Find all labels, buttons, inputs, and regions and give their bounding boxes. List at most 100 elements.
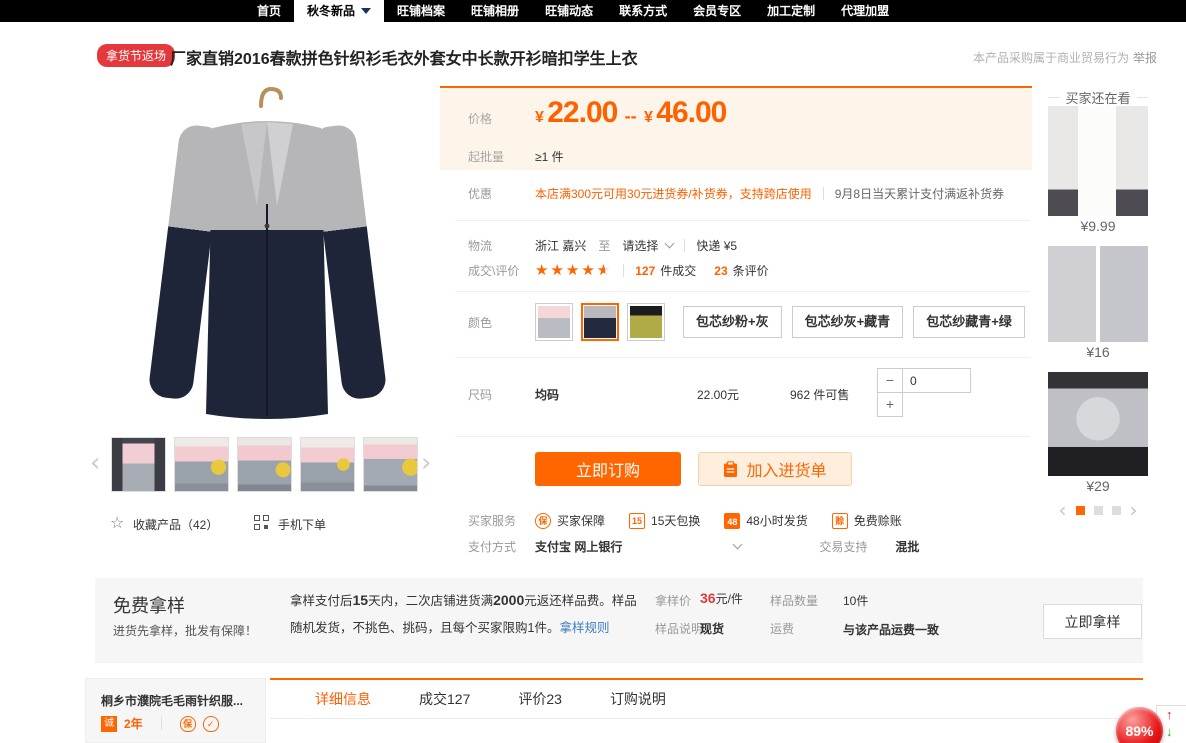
- thumbnail[interactable]: [363, 437, 418, 492]
- pager-dot[interactable]: [1112, 506, 1121, 515]
- color-swatch-green-black[interactable]: [627, 303, 665, 341]
- payment-row: 支付方式 支付宝 网上银行 交易支持 混批: [455, 538, 1033, 555]
- deal-count[interactable]: 127: [635, 264, 655, 278]
- sample-stock-value: 现货: [700, 620, 724, 637]
- scroll-down-icon[interactable]: ↓: [1166, 724, 1173, 739]
- divider: [161, 717, 162, 730]
- sidebar-product-image[interactable]: [1048, 246, 1148, 342]
- sidebar-product-price[interactable]: ¥16: [1048, 344, 1148, 360]
- sample-price-value: 36元/件: [700, 590, 743, 607]
- thumbnail-prev-icon[interactable]: ‹: [90, 450, 100, 476]
- color-swatch-pink-gray[interactable]: [535, 303, 573, 341]
- sidebar-product-image[interactable]: [1048, 372, 1148, 476]
- favorite-product-link[interactable]: 收藏产品（42）: [133, 516, 218, 533]
- sample-rules-link[interactable]: 拿样规则: [559, 621, 609, 635]
- scroll-up-icon[interactable]: ↑: [1166, 707, 1173, 722]
- pager-dot-active[interactable]: [1076, 506, 1085, 515]
- divider: [823, 187, 824, 200]
- service-label: 48小时发货: [746, 512, 807, 529]
- service-48h-shipping[interactable]: 48 48小时发货: [724, 512, 807, 529]
- color-option[interactable]: 包芯纱藏青+绿: [913, 306, 1025, 338]
- color-option[interactable]: 包芯纱灰+藏青: [792, 306, 904, 338]
- desc-num: 2000: [493, 592, 524, 608]
- sample-ship-label: 运费: [770, 620, 794, 637]
- nav-item-agent-join[interactable]: 代理加盟: [828, 0, 902, 22]
- thumbnail[interactable]: [174, 437, 229, 492]
- chevron-down-icon[interactable]: [665, 239, 675, 249]
- pager-prev-icon[interactable]: ‹: [1059, 503, 1067, 517]
- get-sample-button[interactable]: 立即拿样: [1043, 604, 1142, 639]
- report-link[interactable]: 举报: [1133, 49, 1157, 66]
- sample-price-unit: 元/件: [716, 592, 743, 606]
- divider: [455, 291, 1030, 292]
- cart-button-label: 加入进货单: [746, 457, 826, 481]
- quantity-input[interactable]: [902, 368, 971, 393]
- nav-item-custom-made[interactable]: 加工定制: [754, 0, 828, 22]
- service-15day-exchange[interactable]: 15 15天包换: [629, 512, 700, 529]
- desc-text: 拿样支付后: [290, 594, 353, 608]
- pager-dot[interactable]: [1094, 506, 1103, 515]
- ship-from: 浙江 嘉兴: [535, 237, 586, 254]
- nav-item-member-zone[interactable]: 会员专区: [680, 0, 754, 22]
- guarantee-shield-icon: 保: [180, 716, 196, 732]
- tab-deals[interactable]: 成交127: [419, 689, 470, 709]
- thumbnail-next-icon[interactable]: ›: [421, 450, 431, 476]
- nav-item-new-arrivals[interactable]: 秋冬新品: [294, 0, 384, 22]
- review-count[interactable]: 23: [714, 264, 727, 278]
- service-label: 15天包换: [651, 512, 700, 529]
- favorite-star-icon[interactable]: ☆: [110, 513, 124, 533]
- tab-detail-info[interactable]: 详细信息: [315, 689, 371, 709]
- nav-item-contact[interactable]: 联系方式: [606, 0, 680, 22]
- ship-to-label: 至: [598, 237, 610, 254]
- size-price: 22.00元: [697, 368, 790, 403]
- desc-text: 随机发货，不挑色、挑码，且每个买家限购1件。: [290, 621, 559, 635]
- desc-text: 天内，二次店铺进货满: [368, 594, 493, 608]
- guarantee-icon: 保: [535, 513, 551, 529]
- moq-label: 起批量: [468, 148, 504, 165]
- nav-item-shop-profile[interactable]: 旺铺档案: [384, 0, 458, 22]
- color-option[interactable]: 包芯纱粉+灰: [683, 306, 782, 338]
- sample-subtitle: 进货先拿样，批发有保障！: [113, 622, 257, 639]
- sidebar-pagination: ‹ ›: [1048, 503, 1148, 517]
- price-box: 价格 ¥ 22.00 -- ¥ 46.00 起批量 ≥1 件: [440, 86, 1032, 170]
- thumbnail[interactable]: [111, 437, 166, 492]
- sample-ship-value: 与该产品运费一致: [843, 618, 941, 642]
- thumbnail[interactable]: [237, 437, 292, 492]
- divider: [1156, 705, 1186, 706]
- verified-shield-icon: ✓: [203, 716, 219, 732]
- add-to-purchase-list-button[interactable]: 加入进货单: [698, 452, 852, 486]
- divider: [455, 436, 1030, 437]
- price-max: 46.00: [656, 96, 726, 129]
- tab-order-info[interactable]: 订购说明: [610, 689, 666, 709]
- quantity-minus-button[interactable]: −: [877, 368, 903, 393]
- top-nav: 首页 秋冬新品 旺铺档案 旺铺相册 旺铺动态 联系方式 会员专区 加工定制 代理…: [0, 0, 1186, 22]
- pager-next-icon[interactable]: ›: [1130, 503, 1138, 517]
- nav-item-label: 秋冬新品: [307, 0, 355, 22]
- service-free-credit[interactable]: 赊 免费赊账: [832, 512, 902, 529]
- rating-row: 成交\评价 ★★★★★ ★★★★★ 127 件成交 23 条评价: [455, 262, 1033, 279]
- credit-badge-icon: 诚: [101, 716, 117, 732]
- service-buyer-guarantee[interactable]: 保 买家保障: [535, 512, 605, 529]
- sidebar-product-image[interactable]: [1048, 106, 1148, 216]
- nav-item-home[interactable]: 首页: [244, 0, 294, 22]
- price-range: ¥ 22.00 -- ¥ 46.00: [535, 96, 726, 130]
- quantity-plus-button[interactable]: +: [877, 392, 903, 417]
- color-swatch-gray-navy-selected[interactable]: [581, 303, 619, 341]
- mobile-order-link[interactable]: 手机下单: [278, 516, 326, 533]
- size-row: 尺码 均码 22.00元 962 件可售 − +: [455, 368, 1033, 418]
- sidebar-product-price[interactable]: ¥29: [1048, 478, 1148, 494]
- divider: [455, 357, 1030, 358]
- promo-label: 优惠: [455, 185, 535, 202]
- payment-label: 支付方式: [455, 538, 535, 555]
- nav-item-shop-news[interactable]: 旺铺动态: [532, 0, 606, 22]
- tab-reviews[interactable]: 评价23: [518, 689, 562, 709]
- chevron-down-icon[interactable]: [733, 540, 743, 550]
- promo-row: 优惠 本店满300元可用30元进货券/补货券，支持跨店使用 9月8日当天累计支付…: [455, 185, 1033, 202]
- region-select[interactable]: 请选择: [622, 237, 658, 254]
- seller-name[interactable]: 桐乡市濮院毛毛雨针织服...: [101, 692, 261, 709]
- nav-item-shop-album[interactable]: 旺铺相册: [458, 0, 532, 22]
- divider: [1137, 97, 1149, 98]
- thumbnail[interactable]: [300, 437, 355, 492]
- order-now-button[interactable]: 立即订购: [535, 452, 681, 486]
- sidebar-product-price[interactable]: ¥9.99: [1048, 218, 1148, 234]
